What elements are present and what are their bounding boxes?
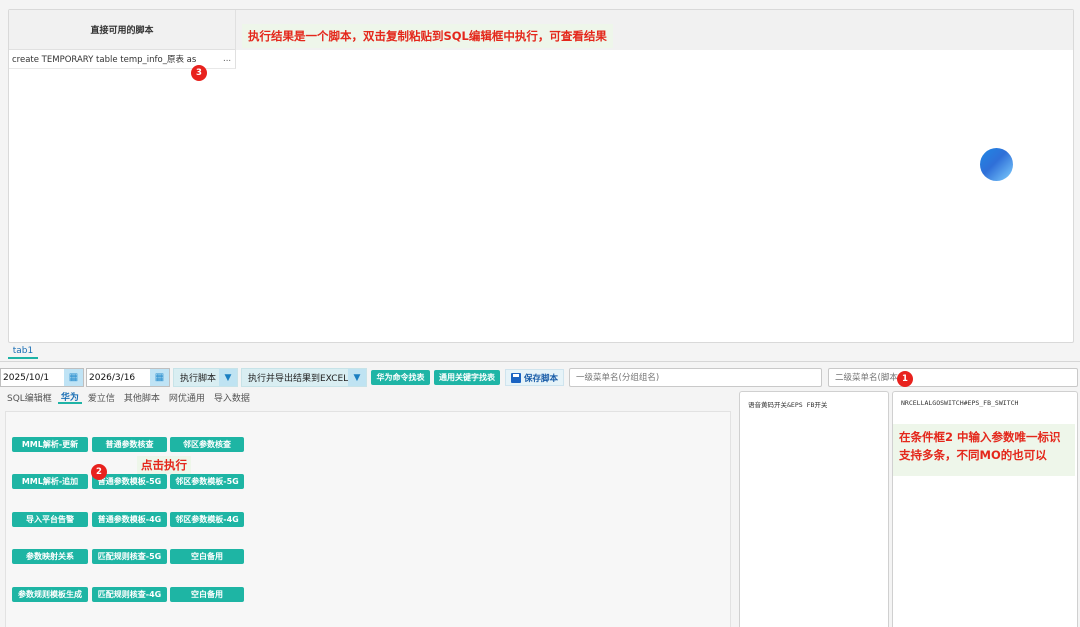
param-rule-template-gen-button[interactable]: 参数规则模板生成 (12, 587, 88, 602)
param-mapping-button[interactable]: 参数映射关系 (12, 549, 88, 564)
condition-tip-line-1: 在条件框2 中输入参数唯一标识 (899, 430, 1061, 444)
mml-parse-update-button[interactable]: MML解析-更新 (12, 437, 88, 452)
normal-param-check-button[interactable]: 普通参数核查 (92, 437, 167, 452)
start-date-value: 2025/10/1 (3, 372, 50, 383)
exec-script-label: 执行脚本 (180, 374, 217, 384)
tab-huawei[interactable]: 华为 (57, 390, 82, 404)
calendar-icon[interactable]: ▦ (64, 369, 83, 386)
exec-export-button[interactable]: 执行并导出结果到EXCEL ▼ (241, 368, 367, 387)
save-script-label: 保存脚本 (523, 373, 558, 384)
blank-reserve-button[interactable]: 空白备用 (170, 587, 244, 602)
tab-ericsson[interactable]: 爱立信 (85, 390, 118, 404)
step-badge-2: 2 (91, 464, 107, 480)
tab-tab1[interactable]: tab1 (8, 345, 38, 359)
tab-network-common[interactable]: 网优通用 (166, 390, 208, 404)
neighbor-param-template-4g-button[interactable]: 邻区参数模板-4G (170, 512, 244, 527)
loading-ball-icon (980, 148, 1013, 181)
calendar-icon[interactable]: ▦ (150, 369, 169, 386)
level2-menu-input[interactable] (828, 368, 1078, 387)
dropdown-arrow-icon[interactable]: ▼ (348, 369, 366, 386)
exec-export-label: 执行并导出结果到EXCEL (248, 374, 349, 384)
end-date-value: 2026/3/16 (89, 372, 136, 383)
condition-box-1[interactable]: 语音黄码开关&EPS FB开关 (739, 391, 889, 627)
match-rule-check-4g-button[interactable]: 匹配规则核查-4G (92, 587, 167, 602)
click-execute-annotation: 点击执行 (137, 456, 191, 474)
script-cell[interactable]: create TEMPORARY table temp_info_原表 as (12, 53, 223, 65)
common-keyword-find-table-button[interactable]: 通用关键字找表 (434, 370, 500, 385)
condition-1-text: 语音黄码开关&EPS FB开关 (748, 401, 828, 409)
result-tip-annotation: 执行结果是一个脚本，双击复制粘贴到SQL编辑框中执行，可查看结果 (242, 24, 613, 48)
condition-tip-annotation: 在条件框2 中输入参数唯一标识 支持多条，不同MO的也可以 (893, 424, 1075, 476)
match-rule-check-5g-button[interactable]: 匹配规则核查-5G (92, 549, 167, 564)
step-badge-3: 3 (191, 65, 207, 81)
tab-import-data[interactable]: 导入数据 (211, 390, 253, 404)
exec-script-button[interactable]: 执行脚本 ▼ (173, 368, 238, 387)
step-badge-1: 1 (897, 371, 913, 387)
condition-2-text: NRCELLALGOSWITCH#EPS_FB_SWITCH (901, 399, 1019, 407)
normal-param-template-4g-button[interactable]: 普通参数模板-4G (92, 512, 167, 527)
condition-tip-line-2: 支持多条，不同MO的也可以 (899, 448, 1047, 462)
grid-column-header[interactable]: 直接可用的脚本 (9, 10, 236, 50)
neighbor-param-check-button[interactable]: 邻区参数核查 (170, 437, 244, 452)
dropdown-arrow-icon[interactable]: ▼ (219, 369, 237, 386)
toolbar: 2025/10/1 ▦ 2026/3/16 ▦ 执行脚本 ▼ 执行并导出结果到E… (0, 366, 1080, 388)
script-category-tabs: SQL编辑框 华为 爱立信 其他脚本 网优通用 导入数据 (4, 390, 256, 404)
save-disk-icon (510, 372, 521, 383)
mml-parse-append-button[interactable]: MML解析-追加 (12, 474, 88, 489)
divider (0, 361, 1080, 362)
more-ellipsis[interactable]: ... (223, 54, 235, 64)
blank-reserve-button[interactable]: 空白备用 (170, 549, 244, 564)
save-script-button[interactable]: 保存脚本 (505, 369, 564, 386)
end-date-field[interactable]: 2026/3/16 ▦ (86, 368, 170, 387)
import-platform-alarm-button[interactable]: 导入平台告警 (12, 512, 88, 527)
level1-menu-input[interactable] (569, 368, 822, 387)
start-date-field[interactable]: 2025/10/1 ▦ (0, 368, 84, 387)
huawei-cmd-find-table-button[interactable]: 华为命令找表 (371, 370, 430, 385)
tab-sql-editor[interactable]: SQL编辑框 (4, 390, 55, 404)
tab-other-scripts[interactable]: 其他脚本 (121, 390, 163, 404)
result-grid: 直接可用的脚本 create TEMPORARY table temp_info… (9, 10, 236, 70)
neighbor-param-template-5g-button[interactable]: 邻区参数模板-5G (170, 474, 244, 489)
result-panel: 直接可用的脚本 create TEMPORARY table temp_info… (8, 9, 1074, 343)
